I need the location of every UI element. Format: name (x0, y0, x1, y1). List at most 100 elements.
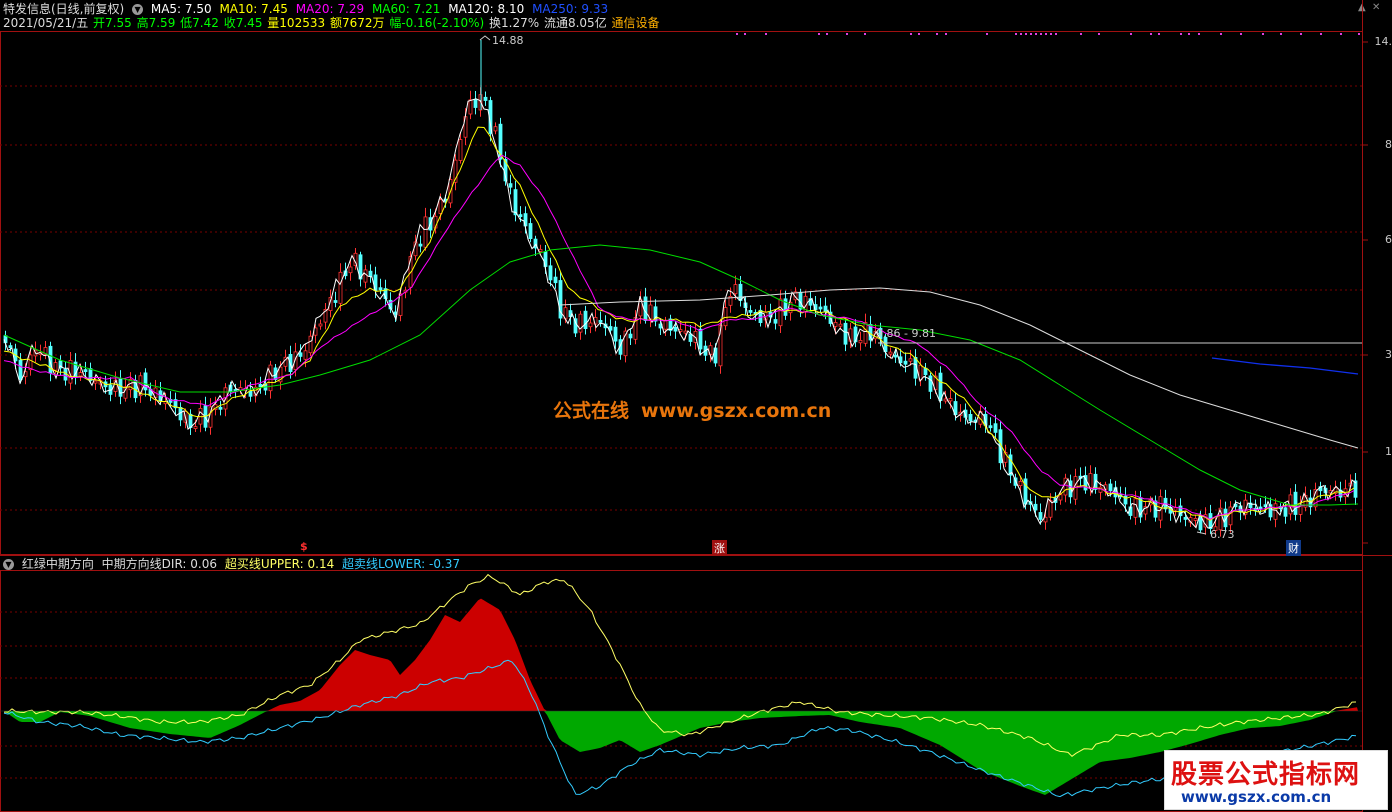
candle-body (508, 183, 513, 188)
candle-body (1023, 478, 1028, 505)
event-dot (1300, 33, 1302, 35)
logo-name: 股票公式指标网 (1171, 760, 1361, 790)
dir-positive-area (4, 598, 1358, 711)
candle-body (928, 375, 933, 392)
event-dot (1020, 33, 1022, 35)
main-panel-border (0, 31, 1363, 555)
candle-body (938, 372, 943, 402)
candle-body (863, 322, 868, 344)
candle-body (348, 266, 353, 274)
event-dot (1025, 33, 1027, 35)
ma10-line (3, 126, 1355, 521)
indicator-dropdown-icon[interactable]: ▼ (3, 559, 14, 570)
candle-body (538, 249, 543, 252)
candle-body (548, 265, 553, 281)
event-dot (1035, 33, 1037, 35)
indicator-upper: 超买线UPPER: 0.14 (224, 557, 335, 571)
candle-body (683, 330, 688, 334)
candle-body (1018, 480, 1023, 486)
candle-body (1283, 507, 1288, 517)
event-dot (864, 33, 866, 35)
candle-body (778, 298, 783, 327)
candle-body (93, 380, 98, 384)
event-dot (1150, 33, 1152, 35)
candle-body (363, 269, 368, 283)
candle-body (748, 309, 753, 313)
candle-body (1198, 516, 1203, 531)
candle-body (338, 271, 343, 304)
main-grid (0, 85, 1362, 511)
candle-body (888, 351, 893, 355)
candle-body (468, 99, 473, 115)
candle-body (308, 335, 313, 354)
event-dot (765, 33, 767, 35)
watermark-text: 公式在线 (553, 400, 630, 422)
event-dot (1240, 33, 1242, 35)
candle-body (248, 390, 253, 397)
event-dot (1055, 33, 1057, 35)
candle-body (673, 326, 678, 332)
event-dot (1220, 33, 1222, 35)
candle-body (188, 413, 193, 428)
candle-body (968, 413, 973, 422)
candle-body (518, 214, 523, 218)
event-dot (818, 33, 820, 35)
candle-body (1058, 494, 1063, 501)
candle-body (598, 319, 603, 323)
event-markers (736, 33, 1360, 35)
indicator-name: 红绿中期方向 (21, 557, 94, 571)
candle-body (698, 328, 703, 350)
candle-body (143, 372, 148, 391)
event-dot (1180, 33, 1182, 35)
candle-body (643, 296, 648, 321)
candle-body (903, 360, 908, 365)
event-dot (1050, 33, 1052, 35)
candle-body (418, 243, 423, 247)
candle-body (18, 359, 23, 381)
event-dot (1040, 33, 1042, 35)
candle-body (608, 326, 613, 331)
candle-body (8, 345, 13, 349)
candle-body (1183, 517, 1188, 520)
candle-body (1038, 512, 1043, 520)
candle-body (663, 320, 668, 330)
candle-body (628, 333, 633, 339)
candle-body (723, 307, 728, 327)
candle-body (1228, 506, 1233, 526)
event-dot (918, 33, 920, 35)
event-dot (1080, 33, 1082, 35)
candle-body (993, 423, 998, 433)
candle-body (218, 406, 223, 410)
ma60-line (3, 244, 1359, 506)
candle-body (378, 287, 383, 291)
event-dot (1188, 33, 1190, 35)
candle-body (528, 223, 533, 240)
candle-body (908, 358, 913, 362)
site-logo: 股票公式指标网 www.gszx.com.cn (1164, 750, 1388, 810)
event-dot (1098, 33, 1100, 35)
candle-body (368, 270, 373, 278)
candle-body (773, 319, 778, 324)
candlestick-series (3, 40, 1358, 538)
candle-body (483, 96, 488, 101)
candle-body (513, 189, 518, 216)
price-axis-label: 3 (1385, 348, 1392, 361)
candle-body (1098, 486, 1103, 493)
candle-body (893, 354, 898, 358)
candle-body (1108, 483, 1113, 491)
low-price-label: 6.73 (1210, 528, 1235, 541)
candle-body (1293, 491, 1298, 515)
candle-body (588, 322, 593, 328)
candle-body (858, 339, 863, 344)
event-dot (736, 33, 738, 35)
ma250-line (1211, 357, 1359, 375)
high-price-label: 14.88 (492, 34, 524, 47)
candle-body (78, 372, 83, 377)
marker-finance: 财 (1286, 540, 1301, 556)
event-dot (1130, 33, 1132, 35)
event-dot (1262, 33, 1264, 35)
logo-url: www.gszx.com.cn (1181, 788, 1332, 806)
candle-body (1133, 498, 1138, 518)
ma20-line (3, 154, 1355, 520)
event-dot (1320, 33, 1322, 35)
